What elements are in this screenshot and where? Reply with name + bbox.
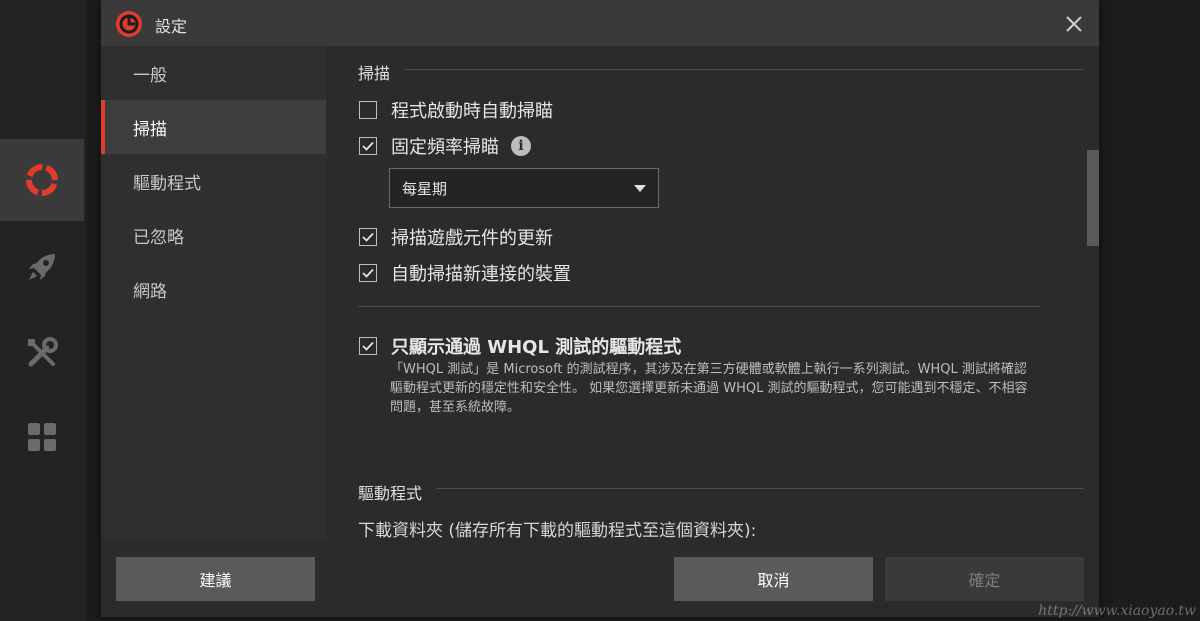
dialog-title: 設定 <box>155 17 188 36</box>
checkbox-label: 自動掃描新連接的裝置 <box>391 264 571 285</box>
dialog-titlebar: 設定 <box>101 0 1099 46</box>
auto-scan-on-start-checkbox[interactable]: 程式啟動時自動掃瞄 <box>359 97 553 123</box>
grid-icon <box>28 423 56 451</box>
sidebar-item-label: 一般 <box>133 65 167 86</box>
sidebar-item-drivers[interactable]: 驅動程式 <box>101 154 326 208</box>
sidebar-item-label: 掃描 <box>133 119 167 140</box>
cancel-button[interactable]: 取消 <box>674 557 873 601</box>
app-sidebar <box>0 0 86 621</box>
close-button[interactable] <box>1057 8 1091 40</box>
checkbox-box[interactable] <box>359 337 377 355</box>
checkbox-label: 掃描遊戲元件的更新 <box>391 228 553 249</box>
scan-section-header: 掃描 <box>358 64 391 83</box>
checkbox-box[interactable] <box>359 264 377 282</box>
sidebar-item-label: 驅動程式 <box>133 173 201 194</box>
sidebar-item-label: 已忽略 <box>133 227 184 248</box>
settings-content[interactable]: 掃描 程式啟動時自動掃瞄 固定頻率掃瞄 i 每星期 掃描遊戲元件的更新 自動掃描… <box>326 46 1099 540</box>
download-folder-label: 下載資料夾 (儲存所有下載的驅動程式至這個資料夾): <box>358 521 757 540</box>
scan-game-components-checkbox[interactable]: 掃描遊戲元件的更新 <box>359 224 553 250</box>
home-nav-button[interactable] <box>0 139 84 221</box>
section-divider <box>404 69 1084 70</box>
sidebar-item-ignored[interactable]: 已忽略 <box>101 208 326 262</box>
select-value: 每星期 <box>402 179 448 198</box>
settings-dialog: 設定 一般 掃描 驅動程式 已忽略 網路 掃描 程式啟動時自動掃瞄 固定頻率掃瞄… <box>101 0 1099 617</box>
suggest-button[interactable]: 建議 <box>116 557 315 601</box>
checkbox-label: 固定頻率掃瞄 <box>391 137 499 158</box>
lifebuoy-icon <box>26 164 58 196</box>
checkmark-icon <box>362 268 374 278</box>
tools-nav-button[interactable] <box>0 312 84 394</box>
apps-nav-button[interactable] <box>0 396 84 478</box>
chevron-down-icon <box>634 185 646 192</box>
section-divider <box>358 306 1041 307</box>
sidebar-item-label: 網路 <box>133 281 167 302</box>
auto-scan-new-devices-checkbox[interactable]: 自動掃描新連接的裝置 <box>359 260 571 286</box>
sidebar-item-scan[interactable]: 掃描 <box>101 100 326 154</box>
checkbox-box[interactable] <box>359 101 377 119</box>
site-watermark: http://www.xiaoyao.tw <box>1038 603 1196 619</box>
dialog-footer: 建議 取消 確定 <box>101 540 1099 617</box>
checkmark-icon <box>362 232 374 242</box>
scrollbar[interactable] <box>1087 46 1099 540</box>
info-icon[interactable]: i <box>511 136 531 156</box>
sidebar-item-general[interactable]: 一般 <box>101 46 326 100</box>
checkmark-icon <box>362 141 374 151</box>
scan-frequency-select[interactable]: 每星期 <box>389 168 659 208</box>
section-divider <box>436 488 1084 489</box>
checkbox-label: 程式啟動時自動掃瞄 <box>391 101 553 122</box>
app-logo-icon <box>116 11 142 37</box>
checkbox-box[interactable] <box>359 137 377 155</box>
boost-nav-button[interactable] <box>0 226 84 308</box>
scrollbar-thumb[interactable] <box>1087 150 1099 246</box>
settings-sidebar: 一般 掃描 驅動程式 已忽略 網路 <box>101 46 326 540</box>
rocket-icon <box>29 254 55 280</box>
checkmark-icon <box>362 341 374 351</box>
whql-description: 「WHQL 測試」是 Microsoft 的測試程序，其涉及在第三方硬體或軟體上… <box>390 362 1028 415</box>
checkbox-label: 只顯示通過 WHQL 測試的驅動程式 <box>391 337 682 358</box>
scheduled-scan-checkbox[interactable]: 固定頻率掃瞄 i <box>359 133 531 159</box>
sidebar-item-network[interactable]: 網路 <box>101 262 326 316</box>
tools-icon <box>28 337 58 367</box>
driver-section-header: 驅動程式 <box>358 484 423 503</box>
ok-button[interactable]: 確定 <box>885 557 1084 601</box>
checkbox-box[interactable] <box>359 228 377 246</box>
whql-only-checkbox[interactable]: 只顯示通過 WHQL 測試的驅動程式 <box>359 333 681 359</box>
close-icon <box>1066 16 1082 32</box>
